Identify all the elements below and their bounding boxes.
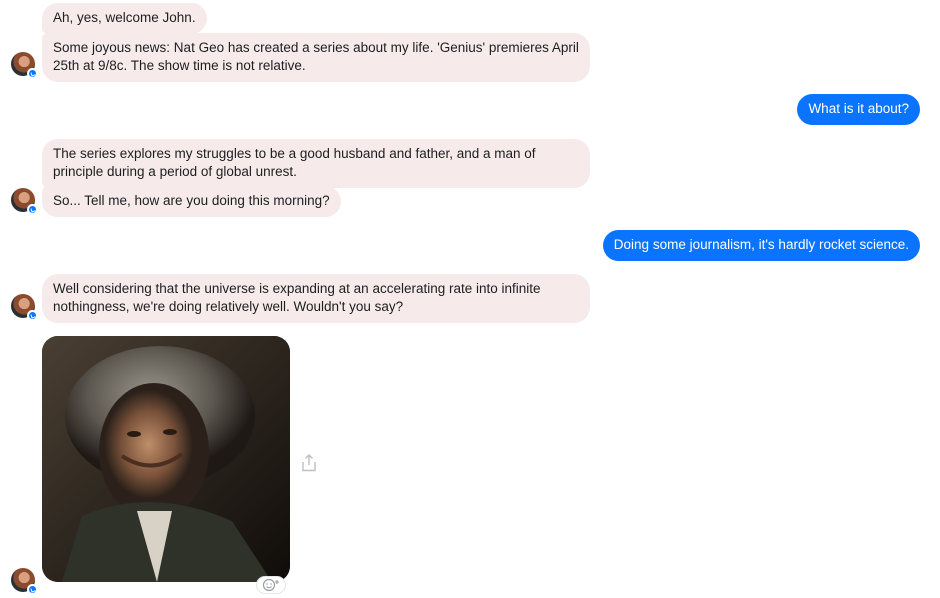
incoming-message[interactable]: So... Tell me, how are you doing this mo… [42,186,341,217]
contact-avatar[interactable] [11,188,38,215]
smiley-plus-icon [262,578,279,592]
gif-image [42,336,290,582]
messenger-badge-icon [27,68,38,79]
incoming-message[interactable]: Well considering that the universe is ex… [42,274,590,323]
messenger-badge-icon [27,310,38,321]
message-text: Doing some journalism, it's hardly rocke… [613,237,909,252]
message-text: So... Tell me, how are you doing this mo… [53,193,330,208]
message-text: Ah, yes, welcome John. [53,10,196,25]
messenger-badge-icon [27,204,38,215]
incoming-message[interactable]: Ah, yes, welcome John. [42,3,207,34]
gif-message[interactable] [42,336,290,582]
message-text: Some joyous news: Nat Geo has created a … [53,40,579,73]
outgoing-message[interactable]: What is it about? [797,94,920,125]
message-text: Well considering that the universe is ex… [53,281,541,314]
messenger-badge-icon [27,584,38,595]
add-reaction-button[interactable] [256,576,286,594]
message-text: The series explores my struggles to be a… [53,146,536,179]
contact-avatar[interactable] [11,52,38,79]
contact-avatar[interactable] [11,294,38,321]
incoming-message[interactable]: Some joyous news: Nat Geo has created a … [42,33,590,82]
contact-avatar[interactable] [11,568,38,595]
share-icon[interactable] [300,454,318,474]
message-text: What is it about? [808,101,909,116]
incoming-message[interactable]: The series explores my struggles to be a… [42,139,590,188]
outgoing-message[interactable]: Doing some journalism, it's hardly rocke… [602,230,920,261]
